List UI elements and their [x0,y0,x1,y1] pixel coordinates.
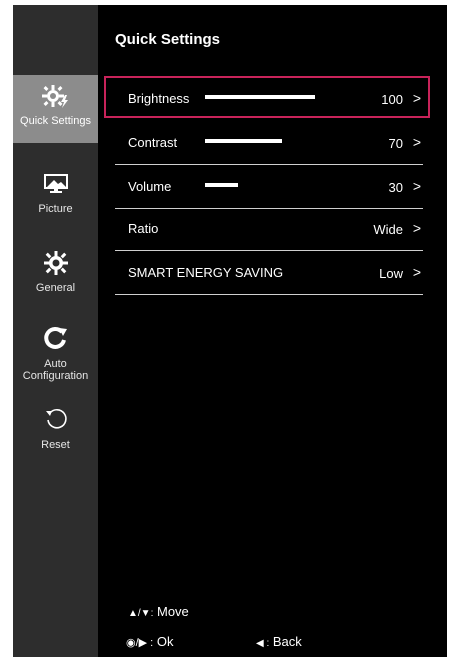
sidebar-item-label: Quick Settings [20,115,91,127]
sidebar-item-quick-settings[interactable]: Quick Settings [13,75,98,143]
help-move: ▲/▼: Move [128,604,189,619]
help-ok: ◉/▶ : Ok [126,634,173,649]
brightness-level-bar [205,95,315,99]
picture-icon [43,174,68,193]
sidebar-item-auto-configuration[interactable]: Auto Configuration [13,321,98,389]
sidebar-item-label-line: Configuration [22,370,89,382]
setting-label: SMART ENERGY SAVING [128,265,284,280]
sidebar: Quick Settings Picture General Auto Conf… [13,5,98,657]
help-move-label: Move [156,604,189,619]
setting-row-contrast[interactable]: Contrast 70 > [115,121,423,165]
setting-label: Volume [128,179,172,194]
chevron-right-icon: > [412,264,421,280]
setting-label: Brightness [128,91,190,106]
chevron-right-icon: > [412,90,421,106]
auto-config-icon [43,326,67,349]
setting-row-smart-energy-saving[interactable]: SMART ENERGY SAVING Low > [115,251,423,295]
sidebar-item-reset[interactable]: Reset [13,405,98,461]
volume-level-bar [205,183,238,187]
setting-label: Contrast [128,135,178,150]
help-back: ◀ : Back [256,634,302,649]
contrast-level-bar [205,139,282,143]
sidebar-item-picture[interactable]: Picture [13,169,98,229]
setting-value: 100 [381,92,403,107]
sidebar-item-label: General [35,282,76,294]
reset-icon [45,408,67,429]
setting-value: 30 [388,180,403,195]
chevron-right-icon: > [412,178,421,194]
setting-value: Low [379,266,403,281]
chevron-right-icon: > [412,134,421,150]
setting-row-ratio[interactable]: Ratio Wide > [115,207,423,251]
chevron-right-icon: > [412,220,421,236]
setting-value: Wide [373,222,403,237]
help-ok-label: Ok [156,634,174,649]
setting-value: 70 [388,136,403,151]
up-down-arrows-icon: ▲/▼: [128,608,154,619]
setting-row-volume[interactable]: Volume 30 > [115,165,423,209]
brightness-gear-icon [41,85,68,108]
ok-button-icon: ◉/▶ : [126,637,154,649]
sidebar-item-label-line: Auto [44,358,67,370]
help-back-label: Back [272,634,302,649]
setting-row-brightness[interactable]: Brightness 100 > [115,77,423,121]
page-title: Quick Settings [115,31,221,48]
gear-icon [43,251,68,275]
left-arrow-icon: ◀ : [256,638,270,649]
sidebar-item-label: Auto Configuration [13,358,98,382]
sidebar-item-label: Picture [38,203,73,215]
osd-menu: Quick Settings Picture General Auto Conf… [13,5,447,657]
sidebar-item-general[interactable]: General [13,245,98,307]
sidebar-item-label: Reset [41,439,70,451]
divider [115,294,423,295]
setting-label: Ratio [128,221,159,236]
